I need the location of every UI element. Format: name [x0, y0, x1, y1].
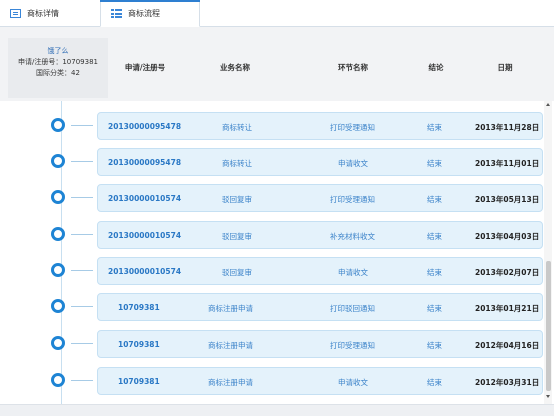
tab-trademark-process[interactable]: 商标流程: [100, 0, 200, 27]
date: 2013年11月01日: [475, 159, 540, 168]
tab-bar: 商标详情 商标流程: [0, 0, 554, 27]
connector: [71, 197, 93, 198]
process-card[interactable]: 10709381 商标注册申请 打印受理通知 结束 2012年04月16日: [97, 330, 543, 358]
date: 2013年11月28日: [475, 123, 540, 132]
step-name: 申请收文: [338, 268, 368, 277]
step-name: 打印受理通知: [330, 195, 375, 204]
date: 2012年04月16日: [475, 341, 540, 350]
process-card[interactable]: 10709381 商标注册申请 打印驳回通知 结束 2013年01月21日: [97, 293, 543, 321]
trademark-name: 饿了么: [47, 47, 69, 55]
business-name: 商标转让: [222, 159, 252, 168]
process-card[interactable]: 20130000010574 驳回复审 补充材料收文 结束 2013年04月03…: [97, 221, 543, 249]
column-header-business: 业务名称: [220, 63, 250, 72]
column-header-date: 日期: [497, 63, 513, 72]
result: 结束: [427, 123, 442, 132]
result: 结束: [427, 159, 442, 168]
timeline-node-icon: [51, 263, 65, 277]
column-header-step: 环节名称: [338, 63, 368, 72]
application-number[interactable]: 20130000010574: [108, 231, 181, 240]
application-number[interactable]: 20130000010574: [108, 194, 181, 203]
step-name: 打印受理通知: [330, 341, 375, 350]
date: 2013年04月03日: [475, 232, 540, 241]
column-header-number: 申请/注册号: [124, 63, 166, 72]
trademark-info-box: 饿了么 申请/注册号：10709381 国际分类：42: [8, 38, 108, 98]
process-card[interactable]: 20130000010574 驳回复审 打印受理通知 结束 2013年05月13…: [97, 184, 543, 212]
timeline-line: [61, 101, 62, 404]
application-number[interactable]: 20130000095478: [108, 122, 181, 131]
process-card[interactable]: 20130000095478 商标转让 申请收文 结束 2013年11月01日: [97, 148, 543, 176]
connector: [71, 270, 93, 271]
timeline-node-icon: [51, 299, 65, 313]
result: 结束: [427, 268, 442, 277]
step-name: 补充材料收文: [330, 232, 375, 241]
application-number[interactable]: 10709381: [118, 303, 160, 312]
process-card[interactable]: 10709381 商标注册申请 申请收文 结束 2012年03月31日: [97, 367, 543, 395]
timeline-node-icon: [51, 336, 65, 350]
business-name: 驳回复审: [222, 268, 252, 277]
result: 结束: [427, 304, 442, 313]
timeline-row: 20130000095478 商标转让 打印受理通知 结束 2013年11月28…: [0, 112, 548, 140]
connector: [71, 125, 93, 126]
vertical-scrollbar[interactable]: [544, 101, 552, 404]
application-number[interactable]: 20130000010574: [108, 267, 181, 276]
timeline-node-icon: [51, 154, 65, 168]
date: 2012年03月31日: [475, 378, 540, 387]
timeline-node-icon: [51, 227, 65, 241]
tab-trademark-details[interactable]: 商标详情: [0, 0, 96, 26]
list-icon: [111, 9, 122, 18]
timeline-node-icon: [51, 118, 65, 132]
tab-label: 商标详情: [27, 8, 59, 18]
process-timeline: 20130000095478 商标转让 打印受理通知 结束 2013年11月28…: [0, 101, 554, 404]
application-number[interactable]: 10709381: [118, 377, 160, 386]
scroll-up-arrow-icon[interactable]: [546, 103, 550, 106]
date: 2013年02月07日: [475, 268, 540, 277]
tab-label: 商标流程: [128, 9, 160, 18]
connector: [71, 234, 93, 235]
footer-bar: [0, 404, 554, 416]
registration-number: 申请/注册号：10709381: [18, 58, 98, 66]
step-name: 申请收文: [338, 159, 368, 168]
step-name: 打印受理通知: [330, 123, 375, 132]
business-name: 商标注册申请: [208, 304, 253, 313]
timeline-node-icon: [51, 373, 65, 387]
timeline-row: 10709381 商标注册申请 打印驳回通知 结束 2013年01月21日: [0, 293, 548, 321]
business-name: 驳回复审: [222, 232, 252, 241]
step-name: 打印驳回通知: [330, 304, 375, 313]
business-name: 商标转让: [222, 123, 252, 132]
timeline-row: 10709381 商标注册申请 申请收文 结束 2012年03月31日: [0, 367, 548, 395]
scroll-down-arrow-icon[interactable]: [546, 395, 550, 398]
timeline-row: 20130000010574 驳回复审 申请收文 结束 2013年02月07日: [0, 257, 548, 285]
timeline-row: 20130000010574 驳回复审 打印受理通知 结束 2013年05月13…: [0, 184, 548, 212]
document-icon: [10, 8, 21, 18]
result: 结束: [427, 378, 442, 387]
timeline-row: 20130000010574 驳回复审 补充材料收文 结束 2013年04月03…: [0, 221, 548, 249]
date: 2013年01月21日: [475, 304, 540, 313]
timeline-row: 20130000095478 商标转让 申请收文 结束 2013年11月01日: [0, 148, 548, 176]
step-name: 申请收文: [338, 378, 368, 387]
application-number[interactable]: 20130000095478: [108, 158, 181, 167]
application-number[interactable]: 10709381: [118, 340, 160, 349]
column-header-result: 结论: [428, 63, 444, 72]
international-class: 国际分类：42: [36, 69, 80, 77]
result: 结束: [427, 232, 442, 241]
process-card[interactable]: 20130000010574 驳回复审 申请收文 结束 2013年02月07日: [97, 257, 543, 285]
process-card[interactable]: 20130000095478 商标转让 打印受理通知 结束 2013年11月28…: [97, 112, 543, 140]
connector: [71, 306, 93, 307]
business-name: 商标注册申请: [208, 341, 253, 350]
result: 结束: [427, 195, 442, 204]
result: 结束: [427, 341, 442, 350]
connector: [71, 343, 93, 344]
business-name: 驳回复审: [222, 195, 252, 204]
business-name: 商标注册申请: [208, 378, 253, 387]
connector: [71, 380, 93, 381]
timeline-row: 10709381 商标注册申请 打印受理通知 结束 2012年04月16日: [0, 330, 548, 358]
scrollbar-thumb[interactable]: [546, 261, 551, 391]
connector: [71, 161, 93, 162]
date: 2013年05月13日: [475, 195, 540, 204]
timeline-node-icon: [51, 190, 65, 204]
